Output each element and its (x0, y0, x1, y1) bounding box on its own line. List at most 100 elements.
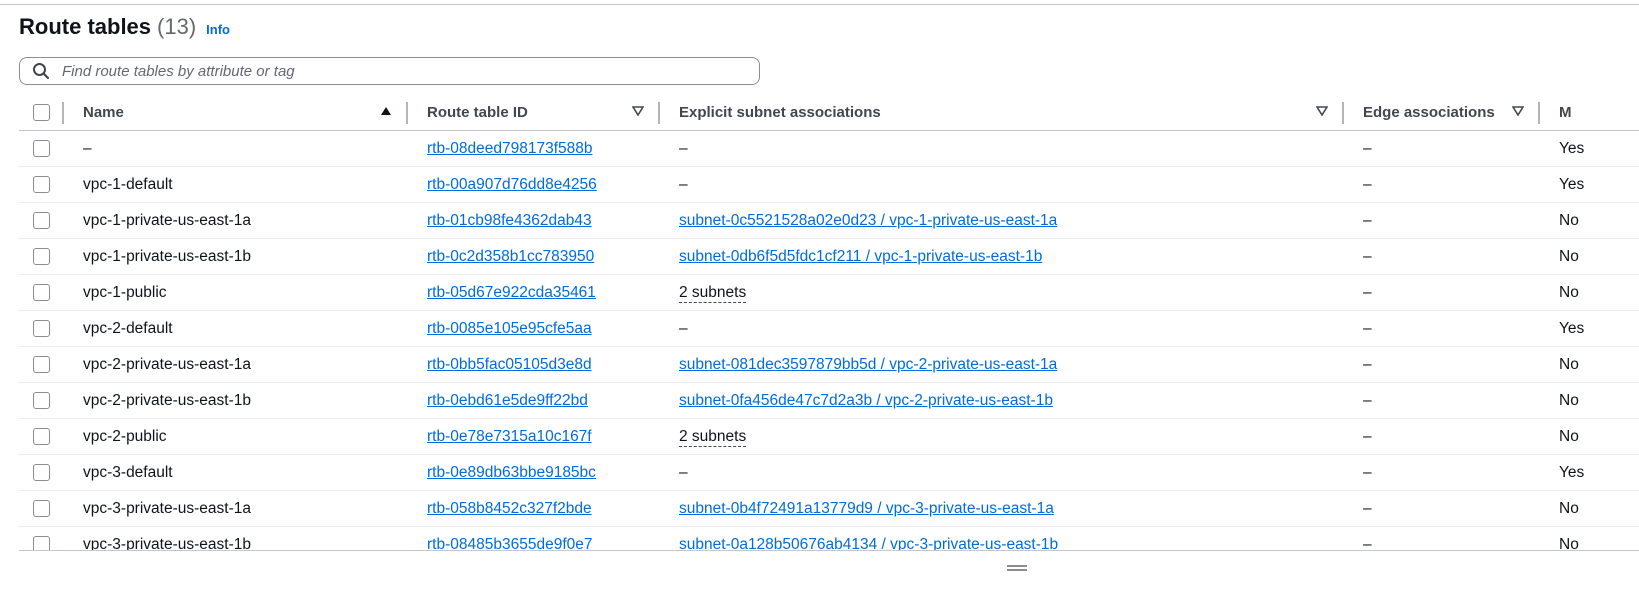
edge-associations-cell: – (1344, 238, 1540, 275)
column-header-edge-associations[interactable]: Edge associations (1344, 94, 1540, 131)
route-tables-table: Name Route table ID Explicit subnet asso… (19, 94, 1639, 551)
row-checkbox[interactable] (33, 463, 50, 481)
row-select-cell (19, 454, 64, 491)
table-row[interactable]: – rtb-08deed798173f588b – – Yes (19, 130, 1639, 167)
edge-associations-cell: – (1344, 274, 1540, 311)
search-bar[interactable] (19, 57, 760, 85)
route-table-id-cell: rtb-0bb5fac05105d3e8d (408, 346, 660, 383)
table-row[interactable]: vpc-3-private-us-east-1b rtb-08485b3655de… (19, 526, 1639, 551)
explicit-subnet-associations-cell: – (660, 166, 1344, 203)
resize-handle-icon[interactable] (1007, 565, 1027, 573)
row-checkbox[interactable] (33, 499, 50, 517)
row-checkbox[interactable] (33, 139, 50, 157)
route-table-id-link[interactable]: rtb-058b8452c327f2bde (427, 500, 592, 517)
table-row[interactable]: vpc-3-default rtb-0e89db63bbe9185bc – – Yes (19, 454, 1639, 491)
table-row[interactable]: vpc-1-public rtb-05d67e922cda35461 2 subne… (19, 274, 1639, 311)
row-checkbox[interactable] (33, 427, 50, 445)
row-checkbox[interactable] (33, 283, 50, 301)
row-checkbox[interactable] (33, 211, 50, 229)
route-table-id-link[interactable]: rtb-0e78e7315a10c167f (427, 428, 592, 445)
caret-down-outline-icon[interactable] (631, 105, 645, 119)
route-table-id-link[interactable]: rtb-08485b3655de9f0e7 (427, 536, 592, 551)
subnet-association-link[interactable]: subnet-0a128b50676ab4134 / vpc-3-private… (679, 536, 1058, 551)
caret-up-icon[interactable] (380, 105, 392, 119)
table-row[interactable]: vpc-2-private-us-east-1b rtb-0ebd61e5de9f… (19, 382, 1639, 419)
row-checkbox[interactable] (33, 247, 50, 265)
route-table-id-cell: rtb-0e78e7315a10c167f (408, 418, 660, 455)
route-table-name: vpc-2-default (64, 310, 408, 347)
route-table-id-link[interactable]: rtb-0c2d358b1cc783950 (427, 248, 594, 265)
column-header-name-label: Name (83, 103, 124, 121)
route-table-id-cell: rtb-08deed798173f588b (408, 130, 660, 167)
table-row[interactable]: vpc-1-private-us-east-1b rtb-0c2d358b1cc7… (19, 238, 1639, 275)
route-table-id-link[interactable]: rtb-01cb98fe4362dab43 (427, 212, 592, 229)
route-table-id-link[interactable]: rtb-05d67e922cda35461 (427, 284, 596, 301)
main-cell: No (1540, 490, 1639, 527)
table-row[interactable]: vpc-2-public rtb-0e78e7315a10c167f 2 subne… (19, 418, 1639, 455)
route-table-id-link[interactable]: rtb-00a907d76dd8e4256 (427, 176, 597, 193)
main-cell: Yes (1540, 310, 1639, 347)
table-row[interactable]: vpc-3-private-us-east-1a rtb-058b8452c327… (19, 490, 1639, 527)
route-table-name: vpc-3-private-us-east-1a (64, 490, 408, 527)
subnet-association-link[interactable]: subnet-0c5521528a02e0d23 / vpc-1-private… (679, 212, 1057, 229)
route-table-id-cell: rtb-0ebd61e5de9ff22bd (408, 382, 660, 419)
row-select-cell (19, 166, 64, 203)
search-input[interactable] (60, 61, 724, 81)
table-row[interactable]: vpc-1-default rtb-00a907d76dd8e4256– – Yes (19, 166, 1639, 203)
edge-associations-cell: – (1344, 526, 1540, 550)
subnet-count-popover[interactable]: 2 subnets (679, 283, 747, 303)
select-all-header (19, 94, 64, 131)
route-table-id-link[interactable]: rtb-0e89db63bbe9185bc (427, 464, 596, 481)
subnet-count-popover[interactable]: 2 subnets (679, 427, 747, 447)
select-all-checkbox[interactable] (33, 103, 50, 121)
edge-associations-cell: – (1344, 382, 1540, 419)
top-border (0, 4, 1639, 5)
edge-associations-cell: – (1344, 202, 1540, 239)
explicit-subnet-associations-cell: subnet-0b4f72491a13779d9 / vpc-3-private… (660, 490, 1344, 527)
column-header-edge-label: Edge associations (1363, 103, 1495, 121)
table-row[interactable]: vpc-1-private-us-east-1a rtb-01cb98fe4362… (19, 202, 1639, 239)
row-checkbox[interactable] (33, 175, 50, 193)
row-checkbox[interactable] (33, 355, 50, 373)
edge-associations-cell: – (1344, 166, 1540, 203)
explicit-subnet-associations-cell: 2 subnets (660, 418, 1344, 455)
explicit-subnet-associations-cell: subnet-0fa456de47c7d2a3b / vpc-2-private… (660, 382, 1344, 419)
page-title: Route tables (19, 14, 152, 39)
route-table-name: vpc-1-public (64, 274, 408, 311)
info-link[interactable]: Info (206, 22, 230, 37)
route-table-name: vpc-3-default (64, 454, 408, 491)
edge-associations-cell: – (1344, 490, 1540, 527)
subnet-association-link[interactable]: subnet-081dec3597879bb5d / vpc-2-private… (679, 356, 1057, 373)
explicit-subnet-associations-cell: subnet-0c5521528a02e0d23 / vpc-1-private… (660, 202, 1344, 239)
empty-value: – (679, 175, 688, 193)
explicit-subnet-associations-cell: subnet-081dec3597879bb5d / vpc-2-private… (660, 346, 1344, 383)
column-header-explicit-subnet-associations[interactable]: Explicit subnet associations (660, 94, 1344, 131)
column-header-main[interactable]: M (1540, 94, 1639, 131)
main-cell: No (1540, 526, 1639, 550)
route-table-id-link[interactable]: rtb-0bb5fac05105d3e8d (427, 356, 592, 373)
table-row[interactable]: vpc-2-private-us-east-1a rtb-0bb5fac05105… (19, 346, 1639, 383)
main-cell: Yes (1540, 166, 1639, 203)
explicit-subnet-associations-cell: – (660, 310, 1344, 347)
route-table-id-cell: rtb-00a907d76dd8e4256 (408, 166, 660, 203)
row-select-cell (19, 418, 64, 455)
subnet-association-link[interactable]: subnet-0db6f5d5fdc1cf211 / vpc-1-private… (679, 248, 1042, 265)
row-select-cell (19, 310, 64, 347)
route-table-id-link[interactable]: rtb-0ebd61e5de9ff22bd (427, 392, 588, 409)
row-select-cell (19, 238, 64, 275)
column-header-explicit-label: Explicit subnet associations (679, 103, 881, 121)
row-checkbox[interactable] (33, 535, 50, 550)
row-checkbox[interactable] (33, 391, 50, 409)
column-header-name[interactable]: Name (64, 94, 408, 131)
column-header-route-table-id[interactable]: Route table ID (408, 94, 660, 131)
route-table-id-link[interactable]: rtb-0085e105e95cfe5aa (427, 320, 592, 337)
route-table-id-link[interactable]: rtb-08deed798173f588b (427, 140, 592, 157)
table-header-row: Name Route table ID Explicit subnet asso… (19, 94, 1639, 131)
subnet-association-link[interactable]: subnet-0b4f72491a13779d9 / vpc-3-private… (679, 500, 1054, 517)
subnet-association-link[interactable]: subnet-0fa456de47c7d2a3b / vpc-2-private… (679, 392, 1053, 409)
column-header-main-label: M (1559, 103, 1572, 121)
caret-down-outline-icon[interactable] (1511, 105, 1525, 119)
row-checkbox[interactable] (33, 319, 50, 337)
caret-down-outline-icon[interactable] (1315, 105, 1329, 119)
table-row[interactable]: vpc-2-default rtb-0085e105e95cfe5aa – – Yes (19, 310, 1639, 347)
